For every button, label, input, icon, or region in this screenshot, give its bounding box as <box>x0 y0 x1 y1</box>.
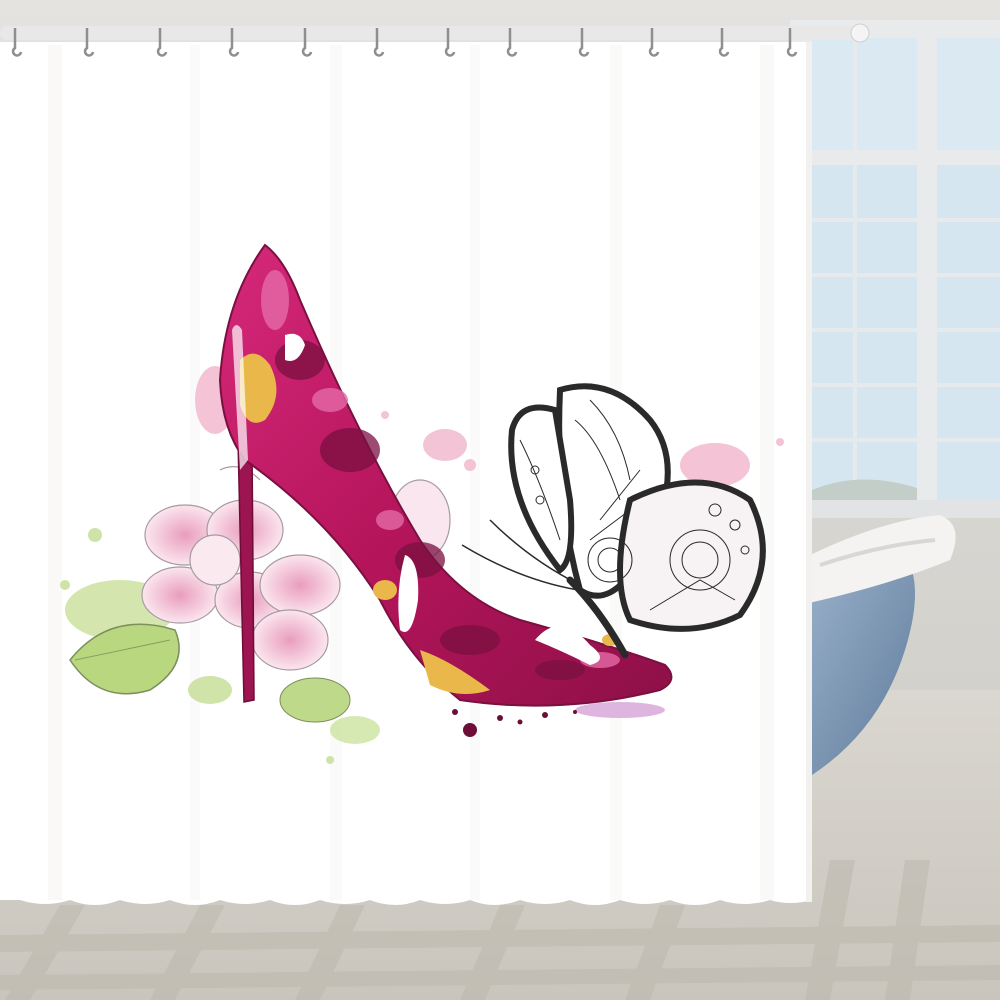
window <box>790 20 1000 518</box>
bathroom-scene <box>0 0 1000 1000</box>
curtain-right-edge <box>806 42 812 902</box>
